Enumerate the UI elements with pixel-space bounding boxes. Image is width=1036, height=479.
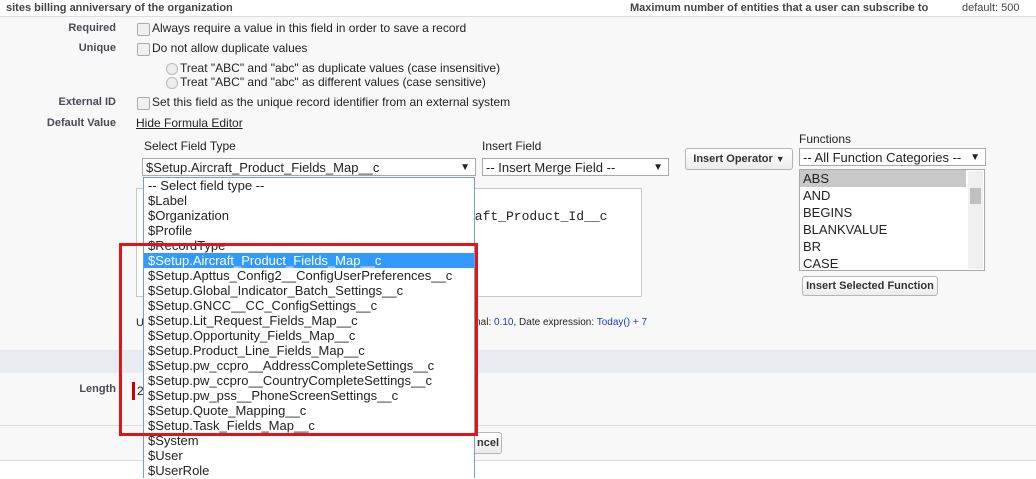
- dropdown-option[interactable]: $User: [144, 448, 474, 463]
- function-item[interactable]: ABS: [800, 170, 966, 187]
- functions-list[interactable]: ABS AND BEGINS BLANKVALUE BR CASE: [799, 169, 985, 271]
- top-default-text: default: 500: [962, 2, 1020, 14]
- required-text: Always require a value in this field in …: [152, 21, 467, 35]
- function-item[interactable]: BEGINS: [800, 204, 966, 221]
- external-id-text: Set this field as the unique record iden…: [152, 95, 511, 109]
- function-category-dropdown[interactable]: -- All Function Categories -- ▼: [799, 148, 986, 166]
- dropdown-option[interactable]: $Profile: [144, 223, 474, 238]
- scrollbar-thumb[interactable]: [970, 188, 981, 204]
- annotation-box: [119, 243, 478, 436]
- insert-field-dropdown[interactable]: -- Insert Merge Field -- ▼: [482, 158, 669, 176]
- insert-field-label: Insert Field: [482, 139, 542, 153]
- top-strip: sites billing anniversary of the organiz…: [0, 0, 1036, 17]
- dropdown-option[interactable]: $UserRole: [144, 463, 474, 478]
- unique-checkbox[interactable]: [137, 43, 150, 56]
- insert-operator-label: Insert Operator: [693, 153, 773, 165]
- select-field-type-value: $Setup.Aircraft_Product_Fields_Map__c: [146, 160, 380, 175]
- default-value-label: Default Value: [46, 117, 116, 129]
- case-sensitive-radio[interactable]: [166, 77, 178, 89]
- function-category-value: -- All Function Categories --: [803, 150, 962, 165]
- formula-text: raft_Product_Id__c: [467, 209, 608, 224]
- select-field-type-dropdown[interactable]: $Setup.Aircraft_Product_Fields_Map__c ▼: [142, 158, 476, 176]
- chevron-down-icon: ▼: [460, 162, 470, 173]
- top-left-text: sites billing anniversary of the organiz…: [6, 2, 233, 14]
- length-label: Length: [79, 383, 116, 395]
- required-label: Required: [68, 22, 116, 34]
- case-insensitive-radio[interactable]: [166, 63, 178, 75]
- dropdown-option[interactable]: $Organization: [144, 208, 474, 223]
- hide-formula-editor-link[interactable]: Hide Formula Editor: [136, 116, 243, 130]
- dropdown-option[interactable]: -- Select field type --: [144, 178, 474, 193]
- dropdown-option[interactable]: $Label: [144, 193, 474, 208]
- chevron-down-icon: ▼: [970, 152, 980, 163]
- unique-label: Unique: [78, 42, 116, 54]
- hint-date: Today() + 7: [596, 317, 648, 328]
- unique-text: Do not allow duplicate values: [152, 41, 308, 55]
- hint-text: decimal: 0.10, Date expression: Today() …: [454, 317, 647, 328]
- functions-label: Functions: [799, 132, 852, 146]
- insert-field-value: -- Insert Merge Field --: [486, 160, 616, 175]
- external-id-checkbox[interactable]: [137, 97, 150, 110]
- chevron-down-icon: ▼: [653, 162, 663, 173]
- external-id-label: External ID: [58, 96, 116, 108]
- functions-scrollbar[interactable]: [968, 171, 983, 269]
- function-item[interactable]: AND: [800, 187, 966, 204]
- case-insensitive-text: Treat "ABC" and "abc" as duplicate value…: [180, 61, 501, 75]
- insert-selected-function-button[interactable]: Insert Selected Function: [802, 276, 938, 296]
- function-item[interactable]: BLANKVALUE: [800, 221, 966, 238]
- case-sensitive-text: Treat "ABC" and "abc" as different value…: [180, 75, 486, 89]
- chevron-down-icon: ▼: [775, 154, 785, 164]
- function-item[interactable]: CASE: [800, 255, 966, 272]
- top-right-text: Maximum number of entities that a user c…: [630, 2, 929, 14]
- insert-operator-button[interactable]: Insert Operator ▼: [685, 148, 793, 170]
- select-field-type-label: Select Field Type: [144, 139, 236, 153]
- required-checkbox[interactable]: [137, 23, 150, 36]
- hint-date-label: , Date expression:: [513, 317, 595, 328]
- function-item[interactable]: BR: [800, 238, 966, 255]
- hint-decimal: 0.10: [494, 317, 514, 328]
